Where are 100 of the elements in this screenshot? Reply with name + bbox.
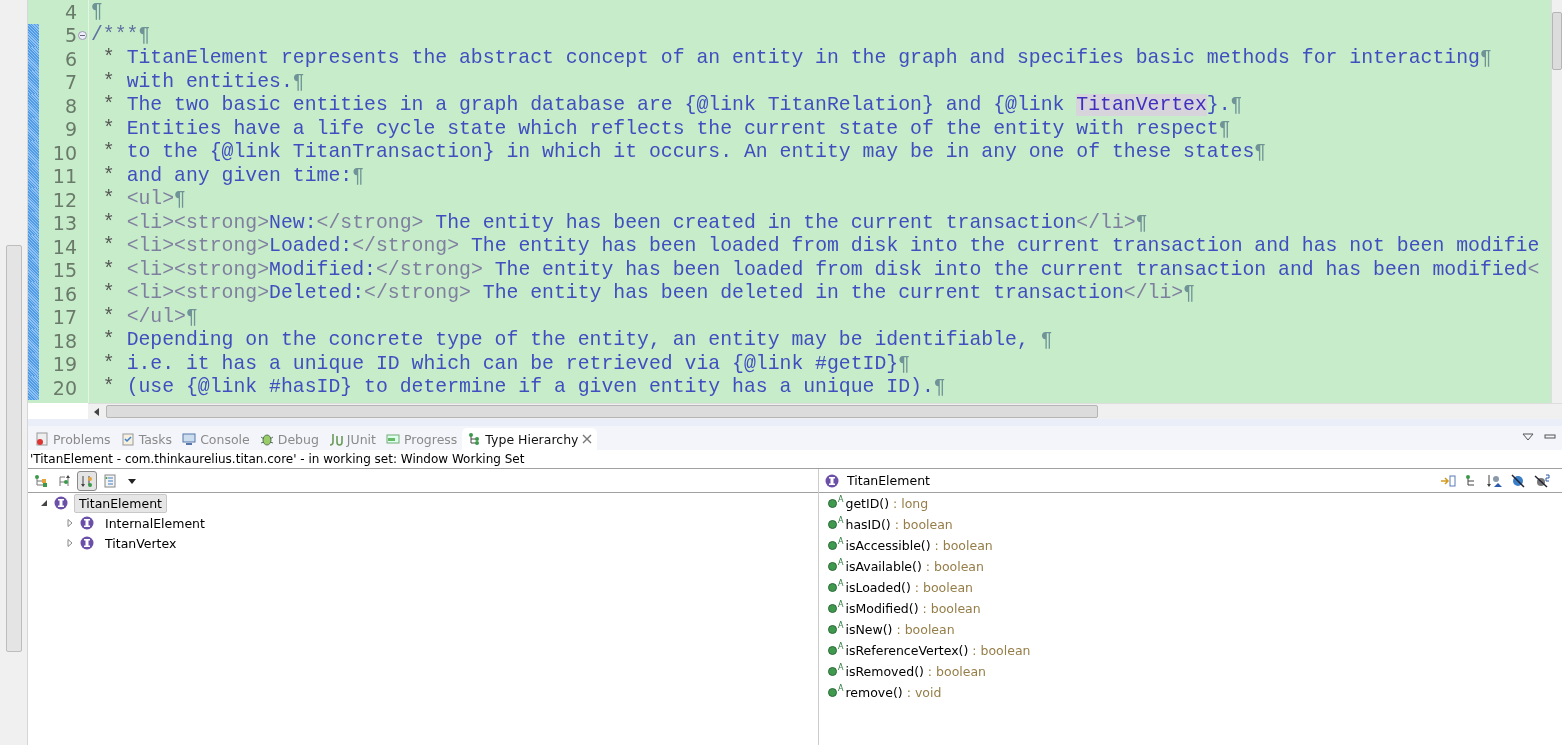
- code-text: The entity has been loaded from disk into the current transaction and has been modified: [493, 258, 1528, 281]
- public-method-icon: [828, 499, 837, 508]
- code-text: i.e. it has a unique ID which can be retrieved via {@link #getID}: [126, 352, 899, 375]
- code-text: </li>: [1123, 282, 1184, 304]
- line-number: 6: [63, 47, 77, 70]
- view-tab[interactable]: Type Hierarchy: [462, 428, 598, 450]
- view-menu-icon[interactable]: [1522, 432, 1534, 442]
- problems-icon: [35, 432, 49, 446]
- code-text: *: [101, 329, 116, 351]
- pilcrow-mark: ¶: [1218, 117, 1231, 140]
- return-type: : boolean: [893, 517, 953, 532]
- method-name[interactable]: remove(): [845, 685, 903, 700]
- pilcrow-mark: ¶: [1183, 282, 1195, 304]
- line-number: 7: [63, 71, 77, 94]
- abstract-marker: A: [838, 621, 844, 630]
- sort-icon[interactable]: [1486, 473, 1502, 488]
- pilcrow-mark: ¶: [292, 70, 305, 93]
- tree-item[interactable]: InternalElement: [100, 513, 210, 533]
- abstract-marker: A: [838, 516, 844, 525]
- code-text: Entities have a life cycle state which reflects the current state of the entity with respect: [126, 117, 1219, 140]
- pilcrow-mark: ¶: [352, 164, 365, 187]
- pilcrow-mark: ¶: [933, 376, 946, 398]
- pilcrow-mark: ¶: [1135, 211, 1148, 234]
- method-name[interactable]: isAccessible(): [845, 538, 931, 553]
- abstract-marker: A: [838, 684, 844, 693]
- progress-icon: [386, 432, 400, 446]
- public-method-icon: [828, 646, 837, 655]
- code-text: *: [101, 282, 116, 304]
- line-number: 18: [51, 329, 77, 352]
- scrollbar-thumb[interactable]: [5, 245, 22, 652]
- collapsed-arrow-icon[interactable]: [66, 519, 74, 527]
- dropdown-caret-icon[interactable]: [127, 476, 137, 485]
- method-name[interactable]: isModified(): [845, 601, 919, 616]
- code-text: *: [101, 94, 116, 116]
- method-name[interactable]: isAvailable(): [845, 559, 922, 574]
- code-text: </strong>: [352, 235, 460, 257]
- tree-item[interactable]: TitanElement: [74, 493, 167, 513]
- vertical-scrollbar[interactable]: [1551, 0, 1562, 403]
- lock-view-icon[interactable]: [1440, 473, 1456, 488]
- code-text: New:: [269, 211, 317, 234]
- code-text: Modified:: [269, 258, 376, 281]
- public-method-icon: [828, 562, 837, 571]
- toolbar-button[interactable]: [77, 470, 97, 491]
- abstract-marker: A: [838, 600, 844, 609]
- pilcrow-mark: ¶: [1254, 141, 1267, 163]
- line-number: 19: [51, 353, 77, 376]
- code-text: Depending on the concrete type of the entity, an entity may be identifiable,: [126, 329, 1030, 351]
- hide-static-icon[interactable]: [1534, 473, 1550, 488]
- method-name[interactable]: getID(): [845, 496, 890, 511]
- code-text: and any given time:: [126, 164, 353, 187]
- code-text: *: [101, 141, 116, 163]
- code-text: Deleted:: [269, 282, 365, 304]
- line-number: 11: [51, 165, 77, 188]
- code-text: <li><strong>: [126, 258, 270, 281]
- line-number: 14: [51, 235, 77, 258]
- method-name[interactable]: isRemoved(): [845, 664, 924, 679]
- method-name[interactable]: isLoaded(): [845, 580, 911, 595]
- code-text: </ul>: [126, 305, 186, 328]
- line-number: 13: [51, 212, 77, 235]
- expanded-arrow-icon[interactable]: [40, 499, 48, 507]
- method-name[interactable]: isNew(): [845, 622, 893, 637]
- method-name[interactable]: hasID(): [845, 517, 891, 532]
- line-number: 4: [63, 0, 77, 23]
- code-editor[interactable]: [28, 0, 1562, 403]
- hide-fields-icon[interactable]: [1510, 473, 1526, 488]
- junit-icon: [328, 432, 343, 446]
- code-text: <li><strong>: [126, 211, 270, 234]
- public-method-icon: [828, 541, 837, 550]
- collapse-icon[interactable]: [78, 30, 87, 40]
- pilcrow-mark: ¶: [1230, 94, 1243, 116]
- public-method-icon: [828, 583, 837, 592]
- tree-item[interactable]: TitanVertex: [100, 533, 182, 553]
- code-text: *: [101, 376, 116, 398]
- hierarchy-icon: [34, 473, 48, 488]
- code-text: <li><strong>: [126, 282, 270, 304]
- return-type: : boolean: [971, 643, 1031, 658]
- line-number: 8: [63, 94, 77, 117]
- horizontal-scrollbar[interactable]: [88, 403, 1562, 419]
- close-icon[interactable]: [582, 434, 593, 444]
- code-text: *: [101, 235, 116, 257]
- code-text: The entity has been loaded from disk into the current transaction and has not been modifie: [469, 235, 1540, 257]
- highlighted-word: TitanVertex: [1076, 94, 1207, 116]
- method-name[interactable]: isReferenceVertex(): [845, 643, 969, 658]
- members-title: TitanElement: [847, 473, 931, 488]
- list-icon: [103, 473, 117, 488]
- clipboard-icon: [120, 432, 135, 446]
- pilcrow-mark: ¶: [174, 188, 186, 210]
- code-text: The entity has been deleted in the current transaction: [481, 282, 1124, 304]
- abstract-marker: A: [838, 558, 844, 567]
- abstract-marker: A: [838, 663, 844, 672]
- pilcrow-mark: ¶: [186, 305, 198, 328]
- public-method-icon: [828, 520, 837, 529]
- code-text: The two basic entities in a graph database are {@link TitanRelation} and {@link: [126, 94, 1066, 116]
- minimize-icon[interactable]: [1544, 432, 1556, 442]
- code-text: to the {@link TitanTransaction} in which it occurs. An entity may be in any one of these states: [126, 141, 1255, 163]
- scroll-left-icon[interactable]: [94, 407, 100, 416]
- public-method-icon: [828, 604, 837, 613]
- line-number: 9: [63, 118, 77, 141]
- collapsed-arrow-icon[interactable]: [66, 539, 74, 547]
- code-text: (use {@link #hasID} to determine if a given entity has a unique ID).: [126, 376, 934, 398]
